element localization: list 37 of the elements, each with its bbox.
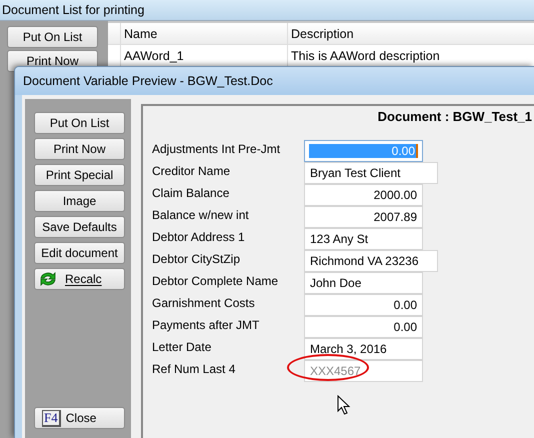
refresh-icon bbox=[39, 271, 57, 287]
input-field[interactable]: March 3, 2016 bbox=[304, 338, 423, 360]
dialog-button[interactable]: Print Now bbox=[34, 138, 125, 160]
input-field[interactable]: 123 Any St bbox=[304, 228, 423, 250]
field-label: Debtor CityStZip bbox=[152, 251, 242, 268]
dialog-button[interactable]: Edit document bbox=[34, 242, 125, 264]
column-header[interactable]: Name bbox=[120, 23, 287, 44]
column-header[interactable]: Description bbox=[287, 23, 534, 44]
field-label: Debtor Address 1 bbox=[152, 229, 246, 246]
list-button[interactable]: Put On List bbox=[7, 26, 98, 48]
close-button[interactable]: F4 Close bbox=[34, 407, 125, 429]
input-field[interactable]: Bryan Test Client bbox=[304, 162, 438, 184]
field-label: Ref Num Last 4 bbox=[152, 361, 236, 378]
input-field[interactable]: 2007.89 bbox=[304, 206, 423, 228]
field-label: Creditor Name bbox=[152, 163, 232, 180]
document-heading: Document : BGW_Test_1 bbox=[376, 108, 533, 126]
dialog-button[interactable]: Save Defaults bbox=[34, 216, 125, 238]
dialog-button[interactable]: Image bbox=[34, 190, 125, 212]
dialog-button[interactable]: Put On List bbox=[34, 112, 125, 134]
field-label: Letter Date bbox=[152, 339, 212, 356]
field-label: Claim Balance bbox=[152, 185, 230, 202]
window-title: Document List for printing bbox=[1, 3, 144, 17]
input-field[interactable]: 2000.00 bbox=[304, 184, 423, 206]
field-label: Balance w/new int bbox=[152, 207, 250, 224]
mouse-cursor-icon bbox=[337, 395, 351, 415]
key-icon: F4 bbox=[42, 410, 61, 426]
field-label: Garnishment Costs bbox=[152, 295, 256, 312]
field-label: Debtor Complete Name bbox=[152, 273, 280, 290]
field-label: Payments after JMT bbox=[152, 317, 260, 334]
field-label: Adjustments Int Pre-Jmt bbox=[152, 141, 282, 158]
dialog-title: Document Variable Preview - BGW_Test.Doc bbox=[23, 74, 273, 88]
input-field[interactable]: 0.00 bbox=[304, 294, 423, 316]
input-field[interactable]: John Doe bbox=[304, 272, 423, 294]
recalc-button[interactable]: Recalc bbox=[34, 268, 125, 290]
dialog-button[interactable]: Print Special bbox=[34, 164, 125, 186]
input-field[interactable]: 0.00 bbox=[304, 316, 423, 338]
input-field[interactable]: Richmond VA 23236 bbox=[304, 250, 438, 272]
